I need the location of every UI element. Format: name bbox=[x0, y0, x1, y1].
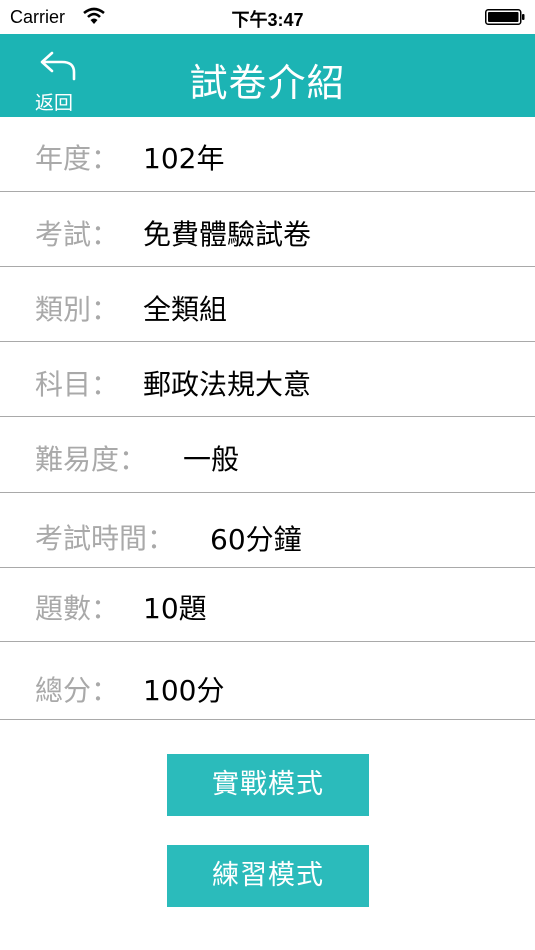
info-value: 一般 bbox=[183, 443, 240, 476]
info-row-year: 年度： 102年 bbox=[0, 117, 535, 192]
info-label: 考試時間： bbox=[35, 522, 176, 555]
info-row-subject: 科目： 郵政法規大意 bbox=[0, 342, 535, 417]
info-label: 題數： bbox=[35, 592, 120, 625]
page-title: 試卷介紹 bbox=[189, 61, 346, 105]
info-value: 郵政法規大意 bbox=[143, 368, 312, 401]
info-row-question-count: 題數： 10題 bbox=[0, 568, 535, 642]
info-label: 類別： bbox=[35, 293, 120, 326]
info-row-duration: 考試時間： 60分鐘 bbox=[0, 493, 535, 568]
status-clock: 下午3:47 bbox=[231, 10, 304, 30]
info-label: 年度： bbox=[35, 142, 120, 175]
info-value: 免費體驗試卷 bbox=[143, 218, 312, 251]
practice-mode-button[interactable]: 練習模式 bbox=[167, 845, 369, 907]
info-value: 60分鐘 bbox=[210, 523, 302, 556]
status-bar: Carrier 下午3:47 bbox=[0, 0, 535, 34]
info-row-difficulty: 難易度： 一般 bbox=[0, 417, 535, 493]
nav-bar: 返回 試卷介紹 bbox=[0, 34, 535, 117]
info-label: 科目： bbox=[35, 368, 120, 401]
info-label: 總分： bbox=[35, 674, 120, 707]
info-value: 10題 bbox=[143, 592, 207, 625]
info-row-exam: 考試： 免費體驗試卷 bbox=[0, 192, 535, 267]
info-label: 考試： bbox=[35, 218, 120, 251]
info-value: 100分 bbox=[143, 674, 225, 707]
info-value: 全類組 bbox=[143, 293, 228, 326]
practical-mode-button[interactable]: 實戰模式 bbox=[167, 754, 369, 816]
info-row-category: 類別： 全類組 bbox=[0, 267, 535, 342]
exam-info-list: 年度： 102年 考試： 免費體驗試卷 類別： 全類組 科目： 郵政法規大意 難… bbox=[0, 117, 535, 720]
info-row-total-score: 總分： 100分 bbox=[0, 642, 535, 720]
battery-icon bbox=[485, 9, 525, 25]
info-label: 難易度： bbox=[35, 443, 148, 476]
info-value: 102年 bbox=[143, 142, 225, 175]
